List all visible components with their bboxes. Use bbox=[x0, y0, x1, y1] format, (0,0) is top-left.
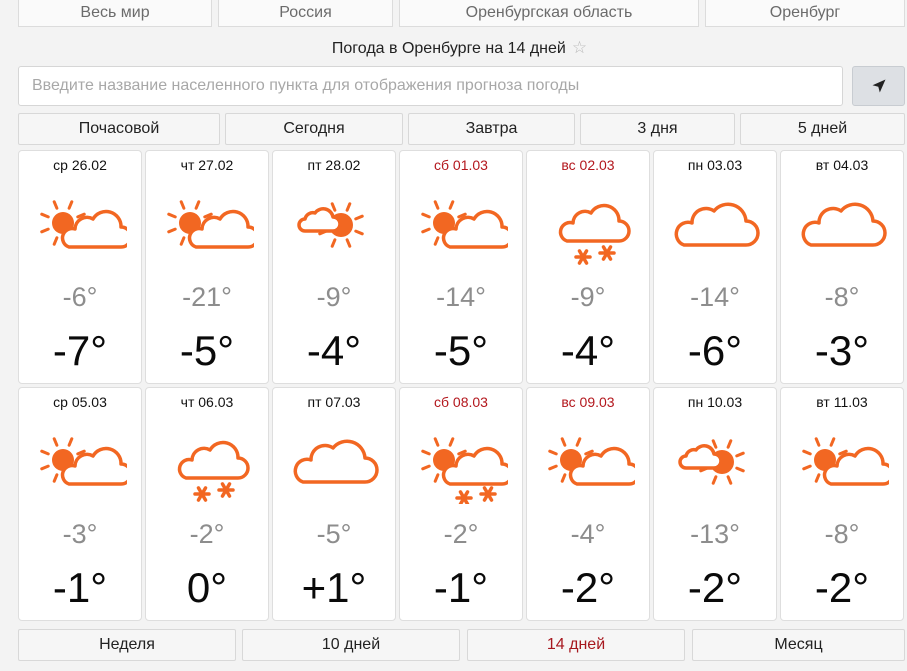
sun-cloud-icon bbox=[37, 199, 133, 267]
breadcrumb-russia[interactable]: Россия bbox=[218, 0, 393, 27]
night-temperature: -5° bbox=[316, 519, 352, 549]
day-date: вт 11.03 bbox=[816, 394, 868, 410]
night-temperature: -9° bbox=[570, 282, 606, 312]
night-temperature: -9° bbox=[316, 282, 352, 312]
night-temperature: -8° bbox=[824, 519, 860, 549]
day-card[interactable]: пт 07.03 -5° +1° bbox=[272, 387, 396, 621]
cloud-snow-icon bbox=[164, 436, 254, 504]
day-temperature: -2° bbox=[687, 564, 743, 611]
day-date: ср 26.02 bbox=[53, 157, 107, 173]
day-temperature: -4° bbox=[560, 327, 616, 374]
day-date: вт 04.03 bbox=[815, 157, 869, 173]
day-temperature: -2° bbox=[560, 564, 616, 611]
day-date: ср 05.03 bbox=[53, 394, 107, 410]
day-date: пн 03.03 bbox=[687, 157, 743, 173]
night-temperature: -13° bbox=[690, 519, 740, 549]
forecast-tabs-bottom: Неделя 10 дней 14 дней Месяц bbox=[12, 629, 907, 661]
day-card[interactable]: вт 04.03 -8° -3° bbox=[780, 150, 904, 384]
day-temperature: -6° bbox=[687, 327, 743, 374]
day-card[interactable]: ср 05.03 -3° -1° bbox=[18, 387, 142, 621]
day-card[interactable]: вс 02.03 -9° -4° bbox=[526, 150, 650, 384]
sun-cloud-icon bbox=[418, 199, 514, 267]
cloud-snow-icon bbox=[545, 199, 635, 267]
day-card[interactable]: вт 11.03 -8° -2° bbox=[780, 387, 904, 621]
day-card[interactable]: пн 10.03 -13° -2° bbox=[653, 387, 777, 621]
night-temperature: -2° bbox=[189, 519, 225, 549]
page-title: Погода в Оренбурге на 14 дней bbox=[331, 40, 566, 57]
day-card[interactable]: чт 27.02 -21° -5° bbox=[145, 150, 269, 384]
day-card[interactable]: ср 26.02 -6° -7° bbox=[18, 150, 142, 384]
day-date: чт 06.03 bbox=[180, 394, 234, 410]
night-temperature: -21° bbox=[182, 282, 232, 312]
day-temperature: -1° bbox=[433, 564, 489, 611]
night-temperature: -14° bbox=[436, 282, 486, 312]
sun-cloud-icon bbox=[164, 199, 260, 267]
day-temperature: -3° bbox=[814, 327, 870, 374]
weather-panel: Весь мир Россия Оренбургская область Оре… bbox=[12, 0, 907, 671]
day-temperature: +1° bbox=[301, 564, 367, 611]
sun-cloud-icon bbox=[37, 436, 133, 504]
breadcrumb: Весь мир Россия Оренбургская область Оре… bbox=[12, 0, 907, 27]
cloudy-icon bbox=[672, 199, 762, 267]
tab-month[interactable]: Месяц bbox=[692, 629, 905, 661]
tab-3-days[interactable]: 3 дня bbox=[580, 113, 735, 145]
tab-today[interactable]: Сегодня bbox=[225, 113, 403, 145]
day-temperature: -5° bbox=[179, 327, 235, 374]
day-date: чт 27.02 bbox=[180, 157, 234, 173]
breadcrumb-world[interactable]: Весь мир bbox=[18, 0, 212, 27]
star-icon[interactable]: ☆ bbox=[572, 38, 587, 57]
sun-small-cloud-icon bbox=[672, 436, 762, 504]
day-card[interactable]: сб 08.03 -2° -1° bbox=[399, 387, 523, 621]
day-date: сб 01.03 bbox=[434, 157, 488, 173]
tab-5-days[interactable]: 5 дней bbox=[740, 113, 905, 145]
breadcrumb-region[interactable]: Оренбургская область bbox=[399, 0, 699, 27]
cloudy-icon bbox=[799, 199, 889, 267]
locate-button[interactable] bbox=[852, 66, 905, 106]
sun-cloud-icon bbox=[545, 436, 641, 504]
search-input[interactable] bbox=[18, 66, 843, 106]
day-temperature: -1° bbox=[52, 564, 108, 611]
cloudy-icon bbox=[291, 436, 381, 504]
day-card[interactable]: пн 03.03 -14° -6° bbox=[653, 150, 777, 384]
tab-hourly[interactable]: Почасовой bbox=[18, 113, 220, 145]
sun-cloud-icon bbox=[799, 436, 895, 504]
night-temperature: -2° bbox=[443, 519, 479, 549]
day-card[interactable]: вс 09.03 -4° -2° bbox=[526, 387, 650, 621]
day-date: сб 08.03 bbox=[434, 394, 488, 410]
day-card[interactable]: пт 28.02 -9° -4° bbox=[272, 150, 396, 384]
day-date: пт 28.02 bbox=[307, 157, 361, 173]
sun-cloud-snow-icon bbox=[418, 436, 514, 506]
breadcrumb-city[interactable]: Оренбург bbox=[705, 0, 905, 27]
location-arrow-icon bbox=[872, 79, 885, 93]
night-temperature: -8° bbox=[824, 282, 860, 312]
sun-small-cloud-icon bbox=[291, 199, 381, 267]
tab-tomorrow[interactable]: Завтра bbox=[408, 113, 575, 145]
day-temperature: -7° bbox=[52, 327, 108, 374]
day-date: пн 10.03 bbox=[687, 394, 743, 410]
day-temperature: 0° bbox=[186, 564, 228, 611]
forecast-tabs-top: Почасовой Сегодня Завтра 3 дня 5 дней bbox=[12, 113, 907, 145]
night-temperature: -14° bbox=[690, 282, 740, 312]
tab-week[interactable]: Неделя bbox=[18, 629, 236, 661]
day-date: вс 02.03 bbox=[561, 157, 615, 173]
day-temperature: -5° bbox=[433, 327, 489, 374]
day-card[interactable]: сб 01.03 -14° -5° bbox=[399, 150, 523, 384]
tab-14-days[interactable]: 14 дней bbox=[467, 629, 685, 661]
day-date: пт 07.03 bbox=[307, 394, 361, 410]
night-temperature: -6° bbox=[62, 282, 98, 312]
day-temperature: -2° bbox=[814, 564, 870, 611]
day-card[interactable]: чт 06.03 -2° 0° bbox=[145, 387, 269, 621]
day-temperature: -4° bbox=[306, 327, 362, 374]
day-date: вс 09.03 bbox=[561, 394, 615, 410]
page-title-row: Погода в Оренбурге на 14 дней ☆ bbox=[12, 34, 907, 62]
night-temperature: -4° bbox=[570, 519, 606, 549]
night-temperature: -3° bbox=[62, 519, 98, 549]
tab-10-days[interactable]: 10 дней bbox=[242, 629, 460, 661]
